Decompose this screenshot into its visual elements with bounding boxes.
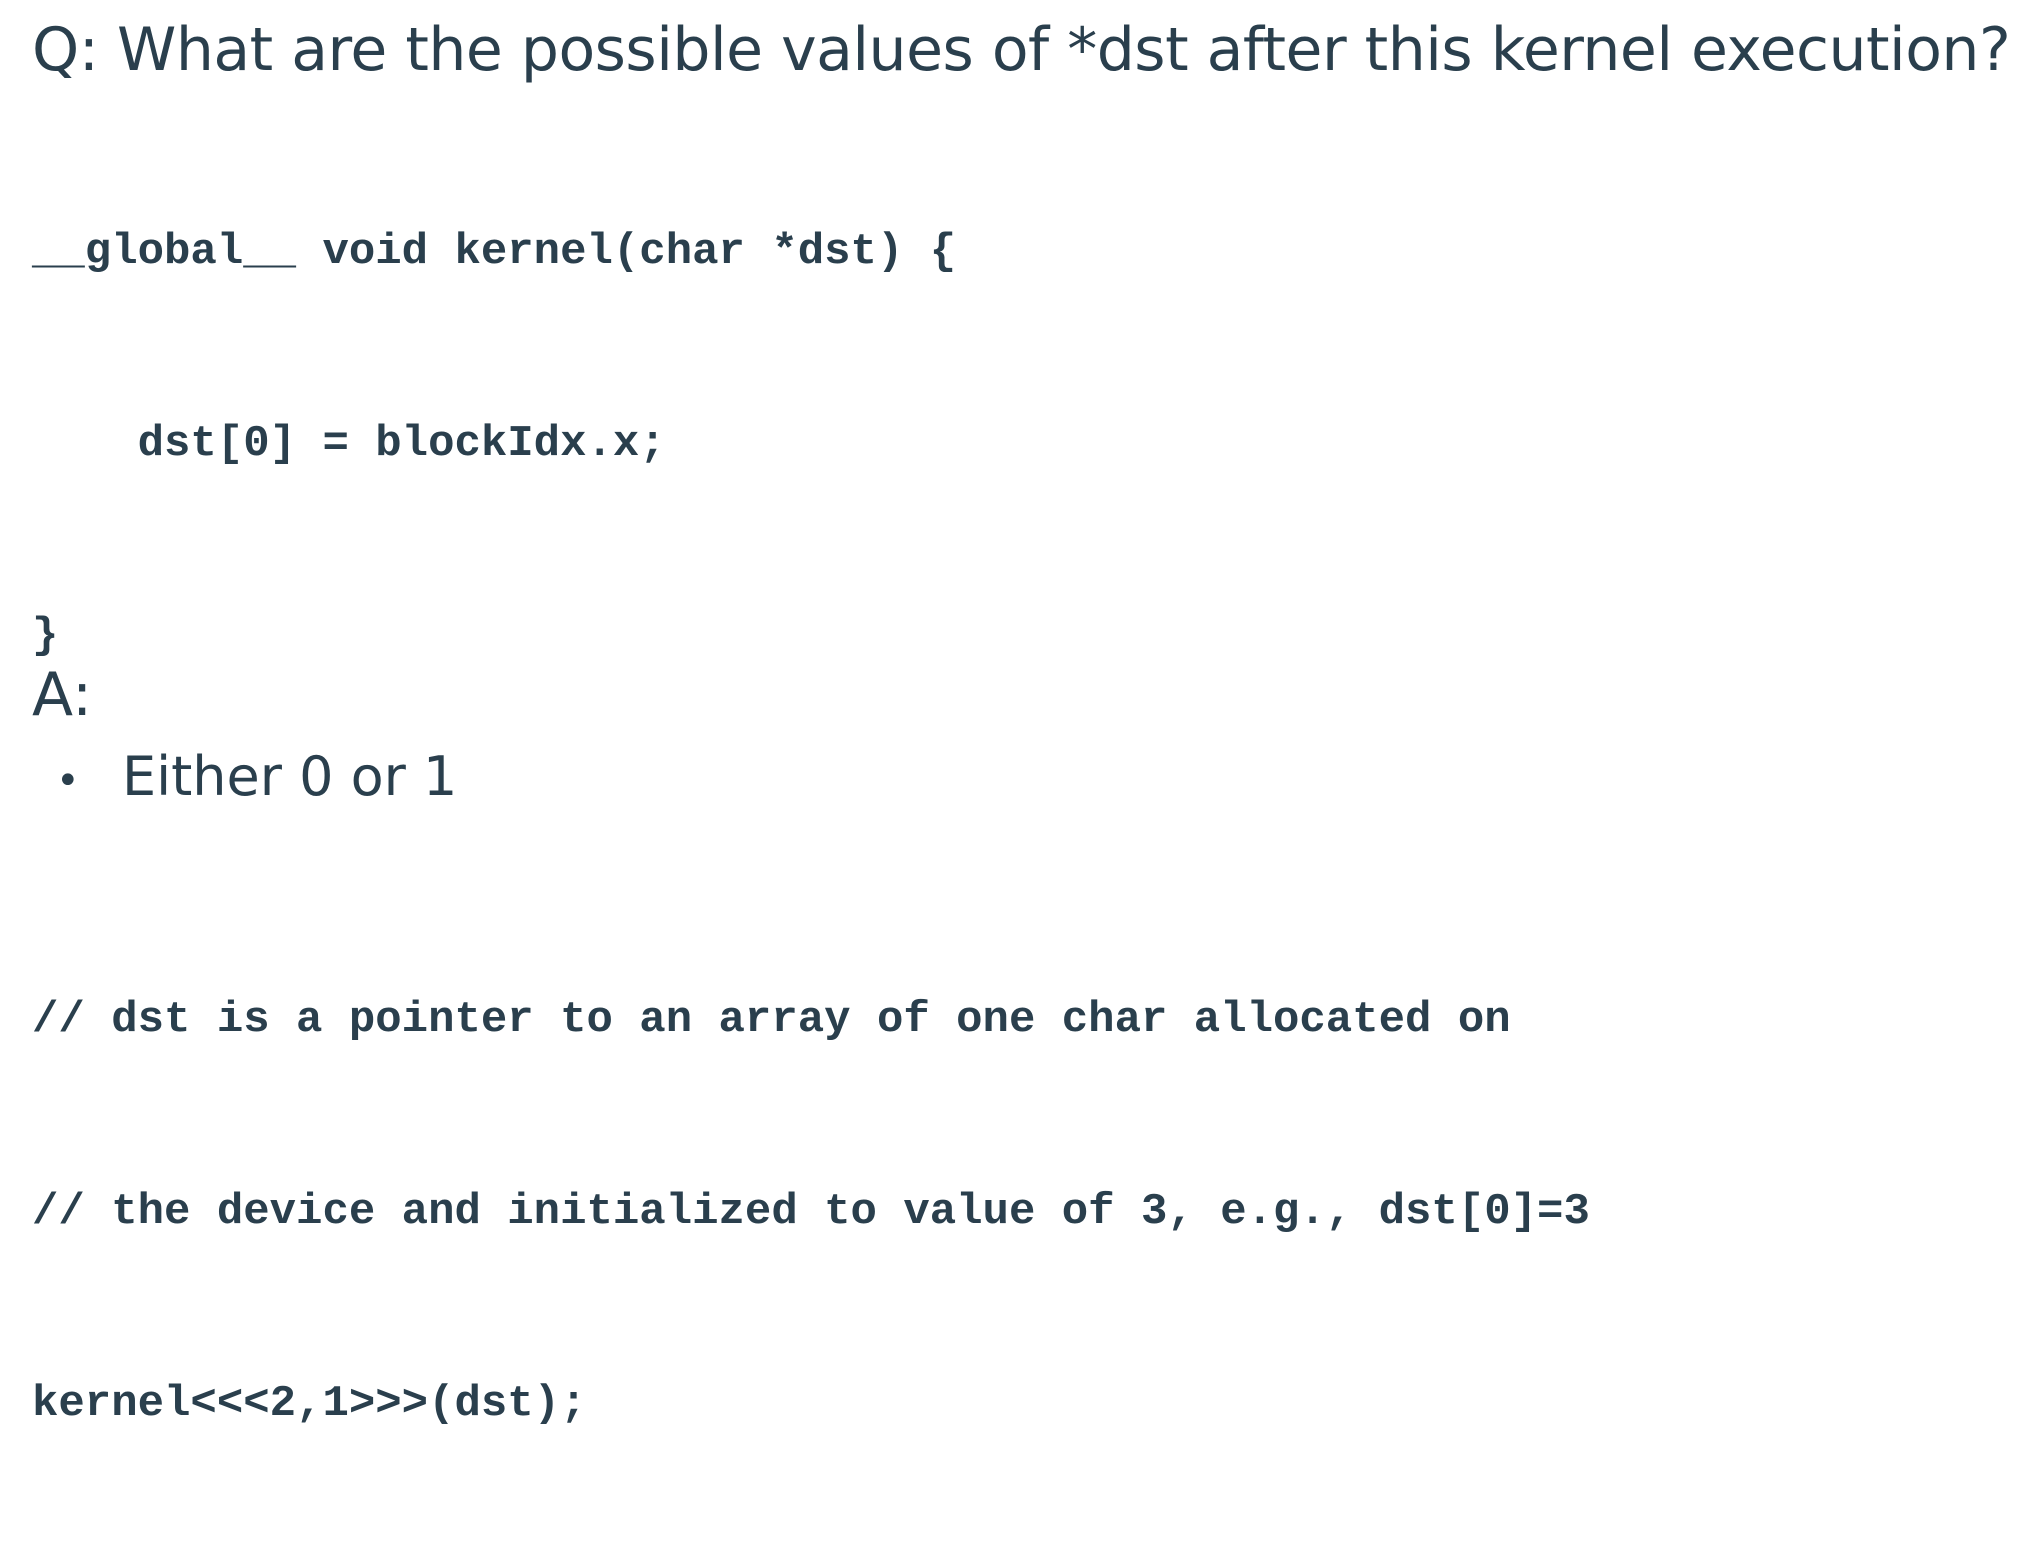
code-line: } [32, 611, 59, 661]
code-block: __global__ void kernel(char *dst) { dst[… [32, 92, 1590, 1564]
answer-text: Either 0 or 1 [122, 745, 458, 808]
code-comment-line: // dst is a pointer to an array of one c… [32, 995, 1511, 1045]
slide: Q: What are the possible values of *dst … [0, 0, 2034, 1429]
code-line: __global__ void kernel(char *dst) { [32, 227, 957, 277]
bullet-icon: • [56, 758, 80, 804]
answer-label: A: [32, 660, 93, 730]
code-line: kernel<<<2,1>>>(dst); [32, 1379, 587, 1429]
code-comment-line: // the device and initialized to value o… [32, 1187, 1590, 1237]
code-line: dst[0] = blockIdx.x; [32, 419, 666, 469]
question-heading: Q: What are the possible values of *dst … [32, 15, 2011, 85]
